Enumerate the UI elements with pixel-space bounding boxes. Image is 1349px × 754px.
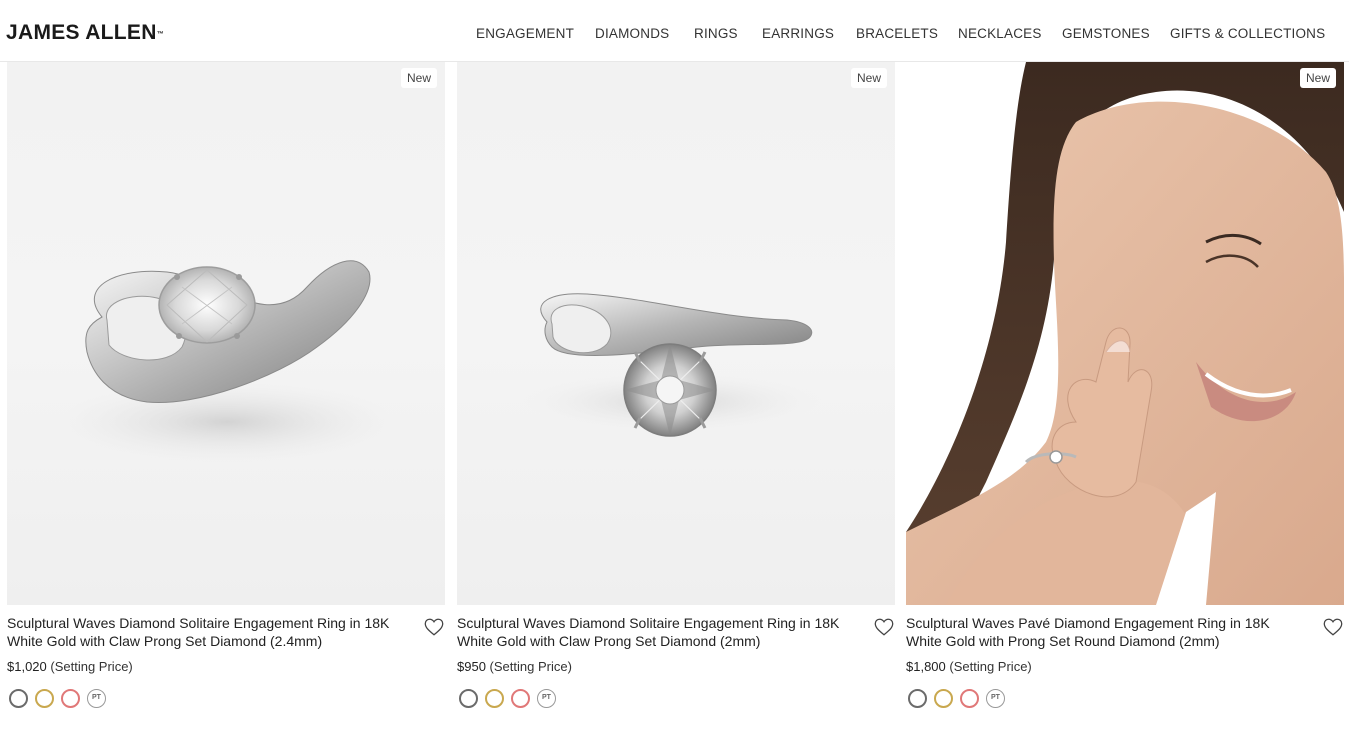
nav-rings[interactable]: RINGS <box>694 25 738 43</box>
swatch-rose-gold[interactable] <box>960 689 979 708</box>
round-diamond-ring-image <box>522 293 822 437</box>
swatch-platinum[interactable]: PT <box>986 689 1005 708</box>
product-title[interactable]: Sculptural Waves Diamond Solitaire Engag… <box>457 614 857 650</box>
swatch-yellow-gold[interactable] <box>485 689 504 708</box>
nav-bracelets[interactable]: BRACELETS <box>856 25 938 43</box>
nav-earrings[interactable]: EARRINGS <box>762 25 834 43</box>
price-value: $950 <box>457 659 486 674</box>
product-price: $1,020 (Setting Price) <box>7 659 133 675</box>
swatch-yellow-gold[interactable] <box>934 689 953 708</box>
main-nav: ENGAGEMENT DIAMONDS RINGS EARRINGS BRACE… <box>0 25 1349 45</box>
heart-icon[interactable] <box>1322 616 1344 638</box>
price-suffix: (Setting Price) <box>489 659 572 674</box>
price-value: $1,020 <box>7 659 47 674</box>
swatch-white-gold[interactable] <box>9 689 28 708</box>
price-value: $1,800 <box>906 659 946 674</box>
nav-gemstones[interactable]: GEMSTONES <box>1062 25 1150 43</box>
product-price: $950 (Setting Price) <box>457 659 572 675</box>
new-badge: New <box>400 68 437 88</box>
swatch-white-gold[interactable] <box>459 689 478 708</box>
nav-diamonds[interactable]: DIAMONDS <box>595 25 669 43</box>
price-suffix: (Setting Price) <box>50 659 133 674</box>
swatch-platinum[interactable]: PT <box>87 689 106 708</box>
nav-engagement[interactable]: ENGAGEMENT <box>476 25 574 43</box>
heart-icon[interactable] <box>873 616 895 638</box>
product-card[interactable]: New Sculptural Waves Diamond Solitaire E… <box>457 62 895 708</box>
nav-gifts-collections[interactable]: GIFTS & COLLECTIONS <box>1170 25 1325 43</box>
swatch-white-gold[interactable] <box>908 689 927 708</box>
swatch-rose-gold[interactable] <box>511 689 530 708</box>
product-title[interactable]: Sculptural Waves Diamond Solitaire Engag… <box>7 614 407 650</box>
new-badge: New <box>1299 68 1336 88</box>
oval-diamond-ring-image <box>57 260 397 462</box>
product-card[interactable]: New Sculptural Waves Pavé Diamond Engage… <box>906 62 1344 708</box>
swatch-yellow-gold[interactable] <box>35 689 54 708</box>
product-card[interactable]: New Sculptural Waves Diamond Solitaire E… <box>7 62 445 708</box>
product-image[interactable]: New <box>457 62 895 605</box>
nav-necklaces[interactable]: NECKLACES <box>958 25 1042 43</box>
price-suffix: (Setting Price) <box>949 659 1032 674</box>
new-badge: New <box>850 68 887 88</box>
product-title[interactable]: Sculptural Waves Pavé Diamond Engagement… <box>906 614 1306 650</box>
product-image[interactable]: New <box>7 62 445 605</box>
product-price: $1,800 (Setting Price) <box>906 659 1032 675</box>
model-wearing-ring-image <box>906 62 1344 605</box>
swatch-platinum[interactable]: PT <box>537 689 556 708</box>
swatch-rose-gold[interactable] <box>61 689 80 708</box>
site-header: JAMES ALLEN™ ENGAGEMENT DIAMONDS RINGS E… <box>0 0 1349 62</box>
product-image[interactable]: New <box>906 62 1344 605</box>
heart-icon[interactable] <box>423 616 445 638</box>
